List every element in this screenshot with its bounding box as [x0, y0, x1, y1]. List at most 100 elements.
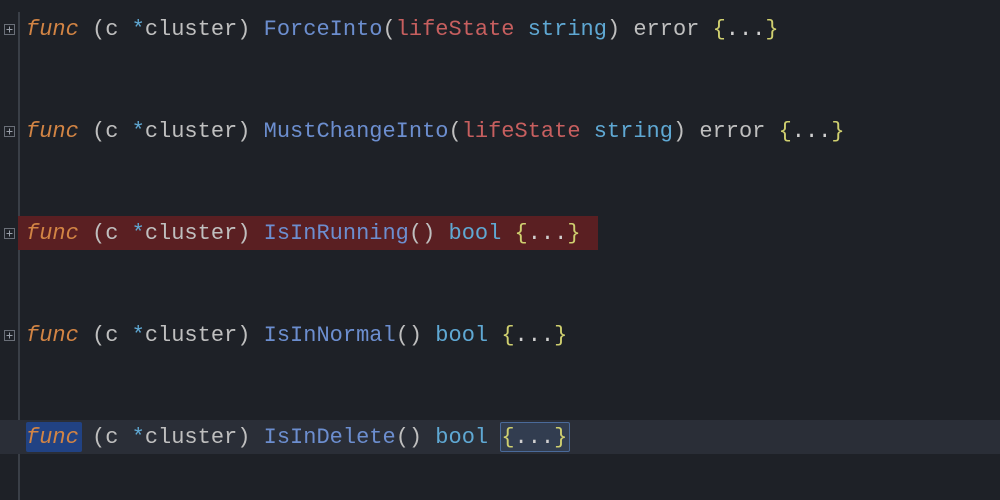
token-paren: (: [92, 425, 105, 450]
indent-guide: [18, 454, 20, 488]
code-line[interactable]: [0, 386, 1000, 420]
token-prim: string: [594, 119, 673, 144]
fold-expand-icon[interactable]: [3, 125, 15, 137]
token-paren: (: [92, 323, 105, 348]
code-line[interactable]: func (c *cluster) ForceInto(lifeState st…: [0, 12, 1000, 46]
token-brace: {: [501, 323, 514, 348]
token-type: c: [105, 425, 131, 450]
token-brace: {: [779, 119, 792, 144]
code-content[interactable]: func (c *cluster) ForceInto(lifeState st…: [26, 17, 779, 42]
token-type: cluster: [145, 425, 237, 450]
indent-guide: [18, 352, 20, 386]
token-prim: string: [528, 17, 607, 42]
indent-guide: [18, 182, 20, 216]
token-ptr: *: [132, 323, 145, 348]
indent-guide: [18, 46, 20, 80]
token-paren: (): [396, 425, 436, 450]
token-prim: bool: [449, 221, 515, 246]
code-line[interactable]: [0, 148, 1000, 182]
token-keyword: func: [26, 323, 92, 348]
token-paren: (: [92, 119, 105, 144]
code-content[interactable]: func (c *cluster) MustChangeInto(lifeSta…: [26, 119, 845, 144]
indent-guide: [18, 148, 20, 182]
token-ptr: *: [132, 221, 145, 246]
fold-expand-icon[interactable]: [3, 227, 15, 239]
code-content[interactable]: func (c *cluster) IsInNormal() bool {...…: [26, 323, 567, 348]
token-keyword: func: [26, 425, 92, 450]
code-editor[interactable]: func (c *cluster) ForceInto(lifeState st…: [0, 0, 1000, 500]
token-paren: (): [409, 221, 449, 246]
indent-guide: [18, 284, 20, 318]
token-type: cluster: [145, 323, 237, 348]
token-brace: }: [554, 323, 567, 348]
indent-guide: [18, 386, 20, 420]
token-param: lifeState: [462, 119, 594, 144]
token-fold: ...: [515, 425, 555, 450]
token-fold: ...: [515, 323, 555, 348]
token-func: ForceInto: [264, 17, 383, 42]
token-brace: {: [501, 425, 514, 450]
token-func: MustChangeInto: [264, 119, 449, 144]
indent-guide: [18, 318, 20, 352]
token-paren: (: [92, 221, 105, 246]
token-fold: ...: [792, 119, 832, 144]
indent-guide: [18, 12, 20, 46]
code-line[interactable]: func (c *cluster) IsInNormal() bool {...…: [0, 318, 1000, 352]
fold-expand-icon[interactable]: [3, 23, 15, 35]
gutter: [0, 125, 18, 137]
token-paren: (: [382, 17, 395, 42]
code-line[interactable]: [0, 454, 1000, 488]
gutter: [0, 227, 18, 239]
token-brace: }: [554, 425, 567, 450]
code-line[interactable]: [0, 46, 1000, 80]
token-brace: }: [831, 119, 844, 144]
token-prim: bool: [435, 323, 501, 348]
code-line[interactable]: [0, 182, 1000, 216]
code-line[interactable]: func (c *cluster) IsInDelete() bool {...…: [0, 420, 1000, 454]
token-type: error: [633, 17, 712, 42]
token-brace: {: [713, 17, 726, 42]
token-paren: ): [237, 323, 263, 348]
token-brace: {: [515, 221, 528, 246]
code-line[interactable]: [0, 352, 1000, 386]
gutter: [0, 23, 18, 35]
code-line[interactable]: [0, 284, 1000, 318]
token-paren: ): [237, 119, 263, 144]
token-brace: }: [765, 17, 778, 42]
code-line[interactable]: func (c *cluster) MustChangeInto(lifeSta…: [0, 114, 1000, 148]
token-ptr: *: [132, 119, 145, 144]
indent-guide: [18, 488, 20, 500]
code-line[interactable]: func (c *cluster) IsInRunning() bool {..…: [0, 216, 1000, 250]
code-content[interactable]: func (c *cluster) IsInRunning() bool {..…: [26, 221, 581, 246]
indent-guide: [18, 80, 20, 114]
token-prim: bool: [435, 425, 501, 450]
token-brace: }: [567, 221, 580, 246]
token-keyword: func: [26, 221, 92, 246]
code-line[interactable]: [0, 80, 1000, 114]
token-type: cluster: [145, 119, 237, 144]
indent-guide: [18, 250, 20, 284]
token-paren: (: [449, 119, 462, 144]
token-paren: ): [237, 17, 263, 42]
indent-guide: [18, 114, 20, 148]
token-keyword: func: [26, 119, 92, 144]
token-paren: ): [237, 425, 263, 450]
token-type: c: [105, 221, 131, 246]
token-paren: ): [237, 221, 263, 246]
token-param: lifeState: [396, 17, 528, 42]
token-func: IsInRunning: [264, 221, 409, 246]
token-type: cluster: [145, 17, 237, 42]
code-content[interactable]: func (c *cluster) IsInDelete() bool {...…: [26, 425, 567, 450]
token-type: cluster: [145, 221, 237, 246]
token-type: error: [699, 119, 778, 144]
token-type: c: [105, 323, 131, 348]
token-ptr: *: [132, 17, 145, 42]
token-ptr: *: [132, 425, 145, 450]
token-paren: (: [92, 17, 105, 42]
fold-expand-icon[interactable]: [3, 329, 15, 341]
token-fold: ...: [528, 221, 568, 246]
code-line[interactable]: [0, 250, 1000, 284]
token-keyword: func: [26, 17, 92, 42]
code-line[interactable]: [0, 488, 1000, 500]
gutter: [0, 329, 18, 341]
